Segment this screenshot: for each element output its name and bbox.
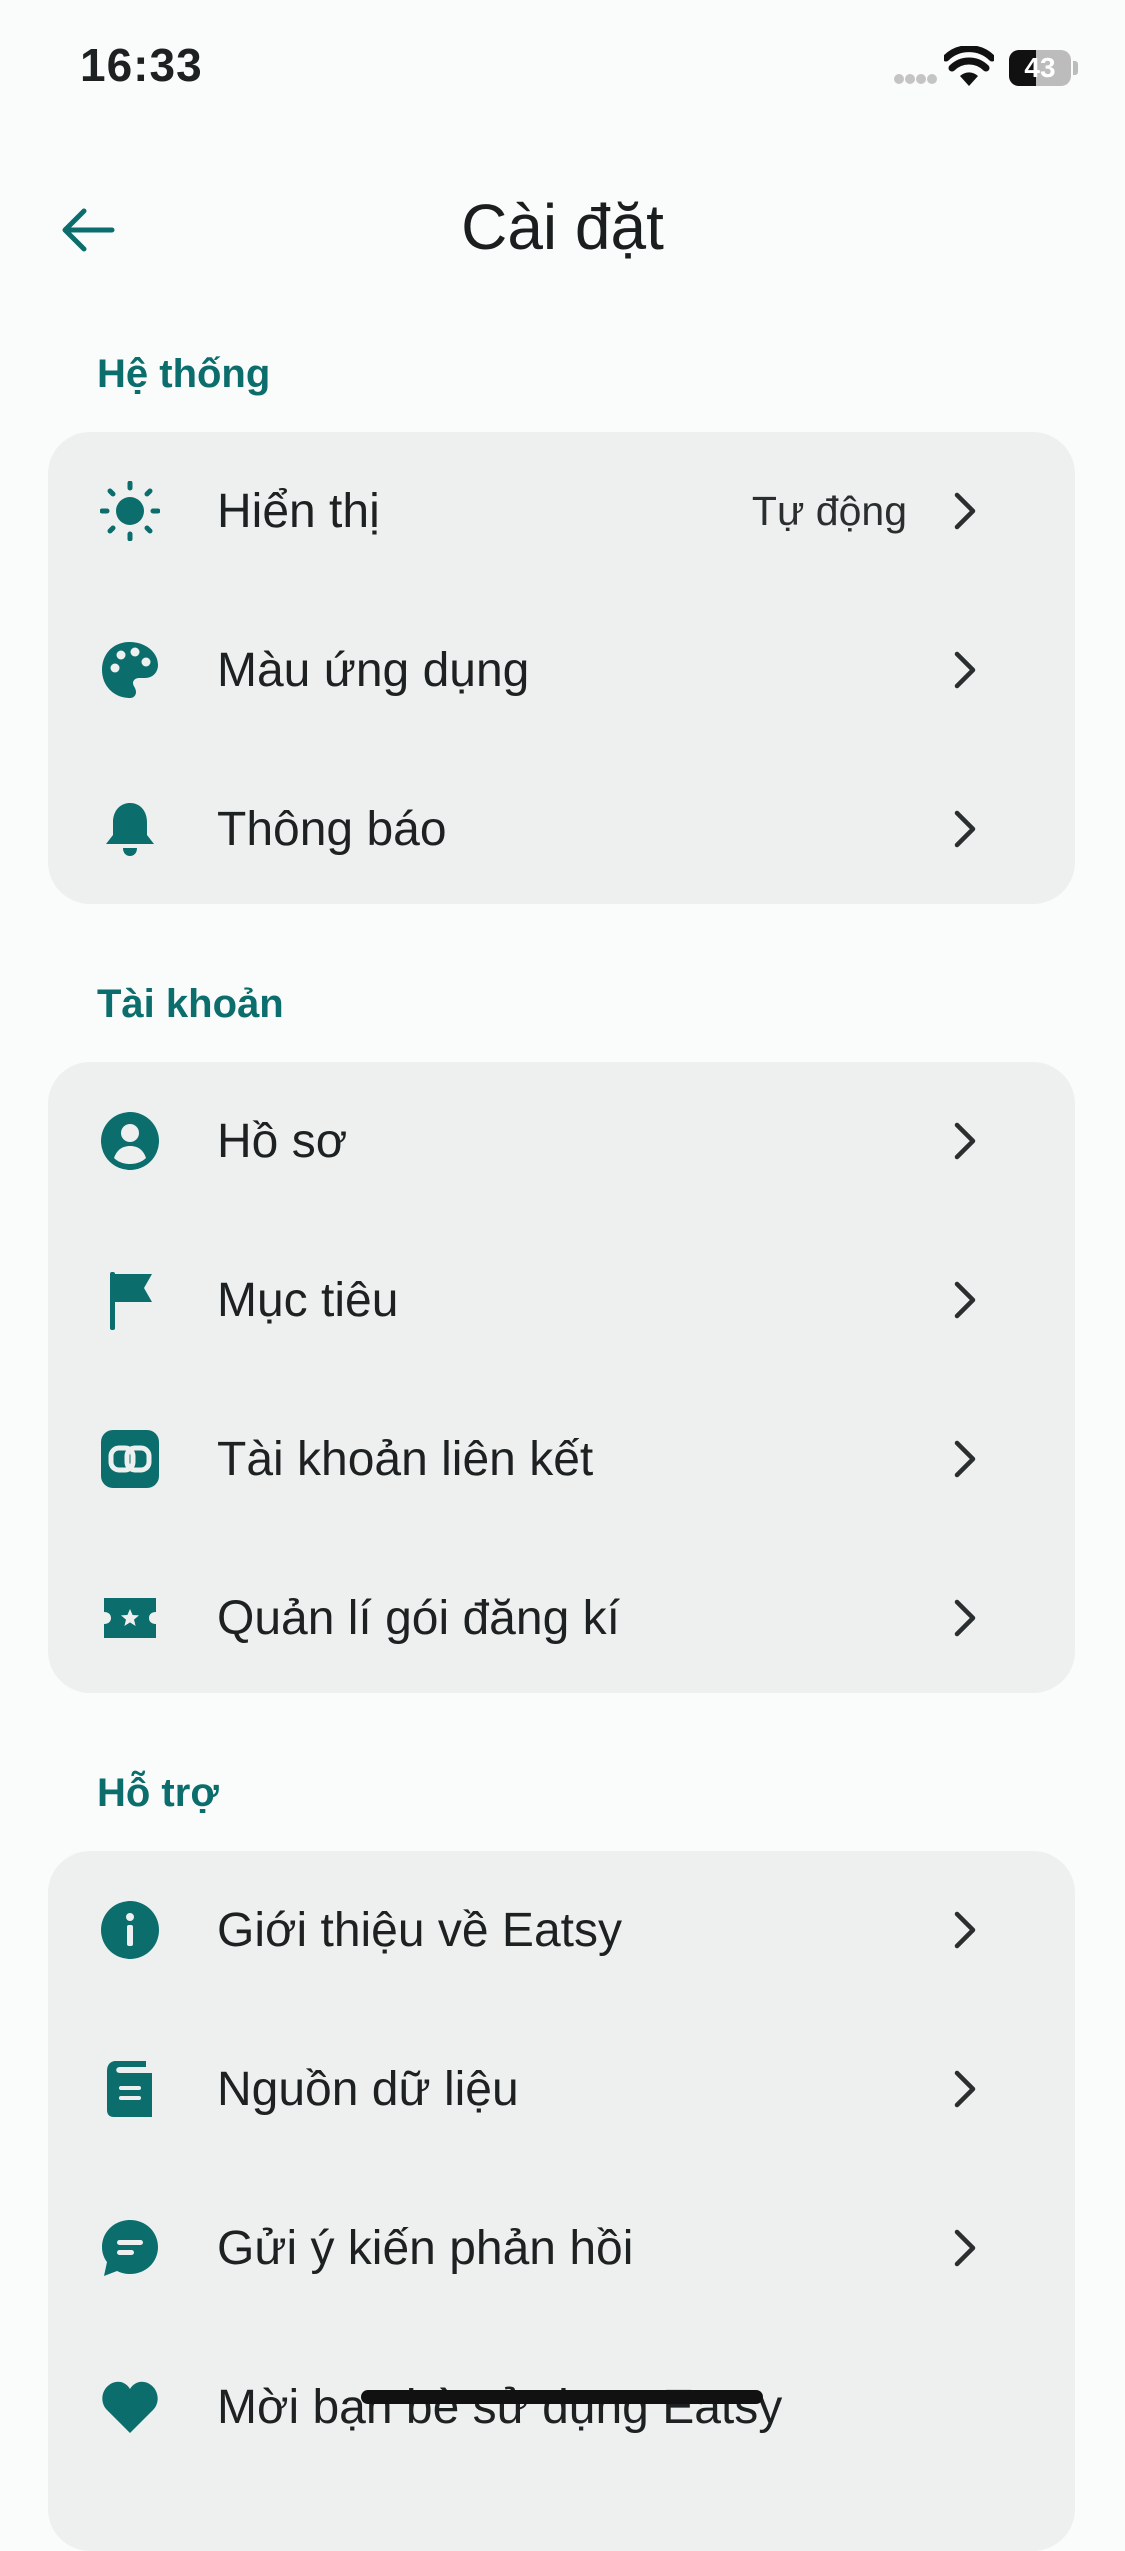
settings-item-label: Hồ sơ [217, 1115, 348, 1168]
settings-item-value: Tự động [751, 488, 907, 534]
chevron-right-icon [954, 1122, 976, 1160]
settings-item-about[interactable]: Giới thiệu về Eatsy [48, 1851, 1075, 2010]
settings-item-label: Màu ứng dụng [217, 644, 530, 697]
wifi-icon [944, 46, 994, 86]
settings-item-label: Tài khoản liên kết [217, 1433, 594, 1486]
settings-item-label: Nguồn dữ liệu [217, 2063, 519, 2116]
chevron-right-icon [954, 1281, 976, 1319]
chevron-right-icon [954, 651, 976, 689]
settings-item-label: Giới thiệu về Eatsy [217, 1904, 622, 1957]
section-title-account: Tài khoản [97, 982, 284, 1026]
chevron-right-icon [954, 1599, 976, 1637]
bell-icon [106, 803, 154, 856]
chevron-right-icon [954, 2229, 976, 2267]
profile-icon [101, 1112, 159, 1170]
cellular-signal-icon [894, 74, 937, 84]
settings-item-data-sources[interactable]: Nguồn dữ liệu [48, 2010, 1075, 2169]
section-title-support: Hỗ trợ [97, 1771, 219, 1815]
flag-icon [110, 1272, 152, 1330]
settings-item-label: Mời bạn bè sử dụng Eatsy [217, 2381, 783, 2434]
settings-item-label: Thông báo [217, 803, 447, 856]
page-title: Cài đặt [461, 191, 664, 263]
settings-card-support: Giới thiệu về Eatsy Nguồn dữ liệu Gửi ý … [48, 1851, 1075, 2551]
status-time: 16:33 [80, 39, 203, 91]
settings-item-feedback[interactable]: Gửi ý kiến phản hồi [48, 2169, 1075, 2328]
battery-indicator: 43 [1009, 50, 1078, 86]
sun-icon [100, 481, 160, 541]
settings-item-label: Gửi ý kiến phản hồi [217, 2222, 634, 2275]
chevron-right-icon [954, 1440, 976, 1478]
book-icon [107, 2061, 152, 2117]
home-indicator [361, 2390, 763, 2404]
chevron-right-icon [954, 492, 976, 530]
status-bar: 16:33 43 [0, 0, 1125, 140]
settings-item-notifications[interactable]: Thông báo [48, 750, 1075, 909]
heart-icon [102, 2381, 158, 2433]
battery-level-text: 43 [1024, 52, 1056, 83]
settings-item-label: Mục tiêu [217, 1274, 399, 1327]
chevron-right-icon [954, 1911, 976, 1949]
chevron-right-icon [954, 810, 976, 848]
settings-item-label: Quản lí gói đăng kí [217, 1592, 620, 1645]
feedback-icon [102, 2220, 158, 2276]
settings-item-display[interactable]: Hiển thị Tự động [48, 432, 1075, 591]
info-icon [101, 1901, 159, 1959]
settings-item-app-color[interactable]: Màu ứng dụng [48, 591, 1075, 750]
settings-card-account: Hồ sơ Mục tiêu Tài khoản liên kết Quản l… [48, 1062, 1075, 1693]
settings-item-invite-friends[interactable]: Mời bạn bè sử dụng Eatsy [48, 2328, 1075, 2487]
chevron-right-icon [954, 2070, 976, 2108]
settings-item-goals[interactable]: Mục tiêu [48, 1221, 1075, 1380]
settings-item-linked-accounts[interactable]: Tài khoản liên kết [48, 1380, 1075, 1539]
settings-item-subscription[interactable]: Quản lí gói đăng kí [48, 1539, 1075, 1698]
settings-card-system: Hiển thị Tự động Màu ứng dụng Thông báo [48, 432, 1075, 904]
ticket-icon [104, 1598, 156, 1638]
settings-item-profile[interactable]: Hồ sơ [48, 1062, 1075, 1221]
section-title-system: Hệ thống [97, 352, 271, 396]
settings-item-label: Hiển thị [217, 485, 380, 538]
palette-icon [102, 642, 158, 698]
header: Cài đặt [0, 170, 1125, 290]
link-icon [101, 1430, 159, 1488]
